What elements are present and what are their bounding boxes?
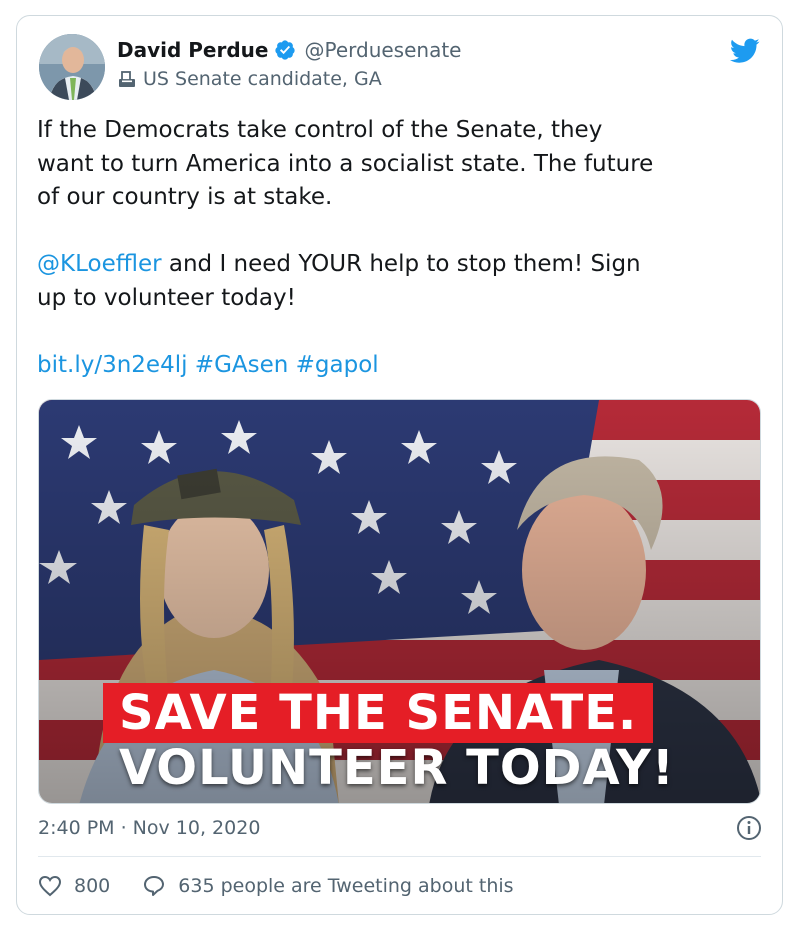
tweet-line: bit.ly/3n2e4lj #GAsen #gapol — [37, 349, 767, 383]
heart-icon — [38, 875, 62, 897]
tweet-text: If the Democrats take control of the Sen… — [37, 114, 767, 382]
hashtag-link[interactable]: #gapol — [296, 352, 379, 378]
url-link[interactable]: bit.ly/3n2e4lj — [37, 352, 187, 378]
author-handle[interactable]: @Perduesenate — [304, 38, 461, 62]
hashtag-link[interactable]: #GAsen — [195, 352, 289, 378]
tweet-line: want to turn America into a socialist st… — [37, 150, 654, 177]
avatar[interactable] — [39, 34, 105, 100]
replies-label: 635 people are Tweeting about this — [178, 875, 514, 897]
like-button[interactable]: 800 — [38, 874, 110, 898]
like-count: 800 — [74, 875, 111, 897]
media-banner-subline: VOLUNTEER TODAY! — [119, 740, 675, 796]
reply-icon — [144, 876, 165, 896]
reply-button[interactable]: 635 people are Tweeting about this — [142, 874, 514, 898]
info-icon[interactable] — [736, 815, 762, 841]
divider — [38, 856, 761, 857]
tweet-text-span: and I need YOUR help to stop them! Sign — [161, 251, 641, 277]
media-banner-headline: SAVE THE SENATE. — [103, 683, 654, 743]
tweet-line: If the Democrats take control of the Sen… — [37, 117, 603, 143]
tweet-line: up to volunteer today! — [37, 284, 296, 311]
author-name[interactable]: David Perdue — [117, 38, 268, 62]
tweet-card: David Perdue @Perduesenate US Senate can… — [16, 15, 783, 915]
tweet-line: of our country is at stake. — [37, 184, 333, 210]
mention-link[interactable]: @KLoeffler — [37, 251, 162, 277]
ballot-box-icon — [119, 71, 135, 87]
tweet-media-image[interactable]: SAVE THE SENATE. VOLUNTEER TODAY! — [38, 399, 761, 804]
verified-badge-icon — [275, 40, 296, 60]
tweet-line: @KLoeffler and I need YOUR help to stop … — [37, 248, 767, 282]
twitter-bird-icon[interactable] — [730, 38, 760, 64]
tweet-timestamp[interactable]: 2:40 PM · Nov 10, 2020 — [38, 817, 260, 839]
account-label: US Senate candidate, GA — [143, 68, 382, 90]
tweet-actions: 800 635 people are Tweeting about this — [38, 874, 514, 898]
